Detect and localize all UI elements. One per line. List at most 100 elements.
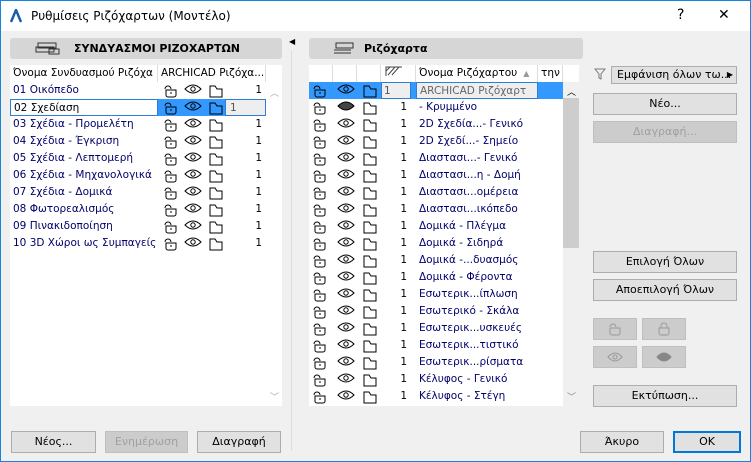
wireframe-icon[interactable] xyxy=(363,388,377,405)
column-header-archicad-layer[interactable]: ARCHICAD Ριζόχα... xyxy=(158,65,266,82)
intersection-group-number[interactable]: 1 xyxy=(381,150,411,167)
intersection-group-number[interactable]: 1 xyxy=(225,82,266,99)
layer-row[interactable]: 1 Δομικά - Πλέγμα xyxy=(309,218,563,235)
layer-row[interactable]: 1 Κέλυφος - Γενικό xyxy=(309,371,563,388)
visibility-eye-icon[interactable] xyxy=(184,116,202,133)
layer-name[interactable]: Διαστασι...ομέρεια xyxy=(416,184,538,201)
layer-row[interactable]: 1 Διαστασι...ικόπεδο xyxy=(309,201,563,218)
layer-name[interactable]: 2D Σχεδί...- Σημείο xyxy=(416,133,538,150)
scroll-down-icon[interactable]: ﹀ xyxy=(270,390,279,403)
panel-divider[interactable] xyxy=(291,51,292,451)
wireframe-icon[interactable] xyxy=(209,82,223,99)
layer-row[interactable]: 1 Διαστασι...η - Δομή xyxy=(309,167,563,184)
intersection-group-number[interactable]: 1 xyxy=(381,337,411,354)
intersection-group-number[interactable]: 1 xyxy=(381,116,411,133)
lock-status-icon[interactable] xyxy=(164,82,178,99)
intersection-group-number[interactable]: 1 xyxy=(381,82,411,99)
combination-name[interactable]: 04 Σχέδια - Έγκριση xyxy=(10,133,158,150)
layer-row[interactable]: 1 Κέλυφος - Στέγη xyxy=(309,388,563,405)
combination-row[interactable]: 02 Σχεδίαση 1 xyxy=(10,99,266,116)
visibility-eye-icon[interactable] xyxy=(337,252,355,269)
wireframe-icon[interactable] xyxy=(363,116,377,133)
layer-name[interactable]: Διαστασι...- Γενικό xyxy=(416,150,538,167)
layer-row[interactable]: 1 Εσωτερικ...ίπλωση xyxy=(309,286,563,303)
visibility-eye-icon[interactable] xyxy=(337,201,355,218)
wireframe-icon[interactable] xyxy=(209,218,223,235)
lock-status-icon[interactable] xyxy=(313,201,327,218)
combination-name[interactable]: 07 Σχέδια - Δομικά xyxy=(10,184,158,201)
layer-name[interactable]: Εσωτερικ...τιστικό xyxy=(416,337,538,354)
lock-status-icon[interactable] xyxy=(164,133,178,150)
wireframe-icon[interactable] xyxy=(209,167,223,184)
wireframe-icon[interactable] xyxy=(209,116,223,133)
intersection-group-number[interactable]: 1 xyxy=(381,320,411,337)
intersection-group-number[interactable]: 1 xyxy=(225,116,266,133)
intersection-group-number[interactable]: 1 xyxy=(381,184,411,201)
collapse-panel-icon[interactable]: ◀ xyxy=(289,37,295,46)
unlock-button[interactable] xyxy=(593,318,637,340)
layer-row[interactable]: 1 Διαστασι...ομέρεια xyxy=(309,184,563,201)
combination-name[interactable]: 06 Σχέδια - Μηχανολογικά xyxy=(10,167,158,184)
cancel-button[interactable]: Άκυρο xyxy=(580,431,664,453)
intersection-group-number[interactable]: 1 xyxy=(225,167,266,184)
lock-status-icon[interactable] xyxy=(313,133,327,150)
combination-name[interactable]: 09 Πινακιδοποίηση xyxy=(10,218,158,235)
scrollbar-thumb[interactable] xyxy=(563,98,579,248)
column-header-combination-name[interactable]: Όνομα Συνδυασμού Ριζόχα xyxy=(10,65,158,82)
lock-status-icon[interactable] xyxy=(313,116,327,133)
lock-status-icon[interactable] xyxy=(313,354,327,371)
intersection-group-number[interactable]: 1 xyxy=(381,252,411,269)
wireframe-icon[interactable] xyxy=(363,303,377,320)
hide-button[interactable] xyxy=(642,346,686,368)
intersection-group-number[interactable]: 1 xyxy=(381,167,411,184)
intersection-group-number[interactable]: 1 xyxy=(381,99,411,116)
visibility-eye-icon[interactable] xyxy=(184,184,202,201)
column-header-layer-name[interactable]: Όνομα Ριζόχαρτου ▲ xyxy=(416,65,538,82)
combination-row[interactable]: 06 Σχέδια - Μηχανολογικά 1 xyxy=(10,167,266,184)
visibility-eye-icon[interactable] xyxy=(337,320,355,337)
wireframe-icon[interactable] xyxy=(209,99,223,116)
column-header-intersection-group[interactable] xyxy=(381,65,416,82)
wireframe-icon[interactable] xyxy=(209,235,223,252)
layer-name[interactable]: Διαστασι...ικόπεδο xyxy=(416,201,538,218)
layer-name[interactable]: 2D Σχεδία...- Γενικό xyxy=(416,116,538,133)
combination-name[interactable]: 10 3D Χώροι ως Συμπαγείς xyxy=(10,235,158,252)
visibility-eye-icon[interactable] xyxy=(184,235,202,252)
combination-name[interactable]: 05 Σχέδια - Λεπτομερή xyxy=(10,150,158,167)
scroll-up-icon[interactable]: ︿ xyxy=(270,86,279,99)
combination-name[interactable]: 01 Οικόπεδο xyxy=(10,82,158,99)
visibility-eye-icon[interactable] xyxy=(184,150,202,167)
layer-name[interactable]: - Κρυμμένο xyxy=(416,99,538,116)
combination-name[interactable]: 08 Φωτορεαλισμός xyxy=(10,201,158,218)
intersection-group-number[interactable]: 1 xyxy=(225,99,266,116)
combination-row[interactable]: 08 Φωτορεαλισμός 1 xyxy=(10,201,266,218)
layer-name[interactable]: Εσωτερικ...ρίσματα xyxy=(416,354,538,371)
visibility-eye-icon[interactable] xyxy=(184,133,202,150)
lock-status-icon[interactable] xyxy=(164,201,178,218)
intersection-group-number[interactable]: 1 xyxy=(381,133,411,150)
print-button[interactable]: Εκτύπωση... xyxy=(593,385,737,407)
lock-status-icon[interactable] xyxy=(313,286,327,303)
intersection-group-number[interactable]: 1 xyxy=(381,235,411,252)
combination-row[interactable]: 09 Πινακιδοποίηση 1 xyxy=(10,218,266,235)
new-combination-button[interactable]: Νέος... xyxy=(11,431,96,453)
lock-status-icon[interactable] xyxy=(313,218,327,235)
scroll-down-icon[interactable]: ﹀ xyxy=(567,390,576,403)
delete-combination-button[interactable]: Διαγραφή xyxy=(197,431,281,453)
wireframe-icon[interactable] xyxy=(363,218,377,235)
show-button[interactable] xyxy=(593,346,637,368)
combination-row[interactable]: 07 Σχέδια - Δομικά 1 xyxy=(10,184,266,201)
layer-name[interactable]: Διαστασι...η - Δομή xyxy=(416,167,538,184)
intersection-group-number[interactable]: 1 xyxy=(381,286,411,303)
wireframe-icon[interactable] xyxy=(363,252,377,269)
visibility-eye-icon[interactable] xyxy=(337,303,355,320)
layer-row[interactable]: 1 ARCHICAD Ριζόχαρτ xyxy=(309,82,563,99)
wireframe-icon[interactable] xyxy=(209,150,223,167)
lock-status-icon[interactable] xyxy=(313,252,327,269)
layer-row[interactable]: 1 Εσωτερικ...ρίσματα xyxy=(309,354,563,371)
visibility-eye-icon[interactable] xyxy=(337,184,355,201)
combination-name[interactable]: 03 Σχέδια - Προμελέτη xyxy=(10,116,158,133)
wireframe-icon[interactable] xyxy=(363,150,377,167)
wireframe-icon[interactable] xyxy=(363,354,377,371)
wireframe-icon[interactable] xyxy=(363,235,377,252)
